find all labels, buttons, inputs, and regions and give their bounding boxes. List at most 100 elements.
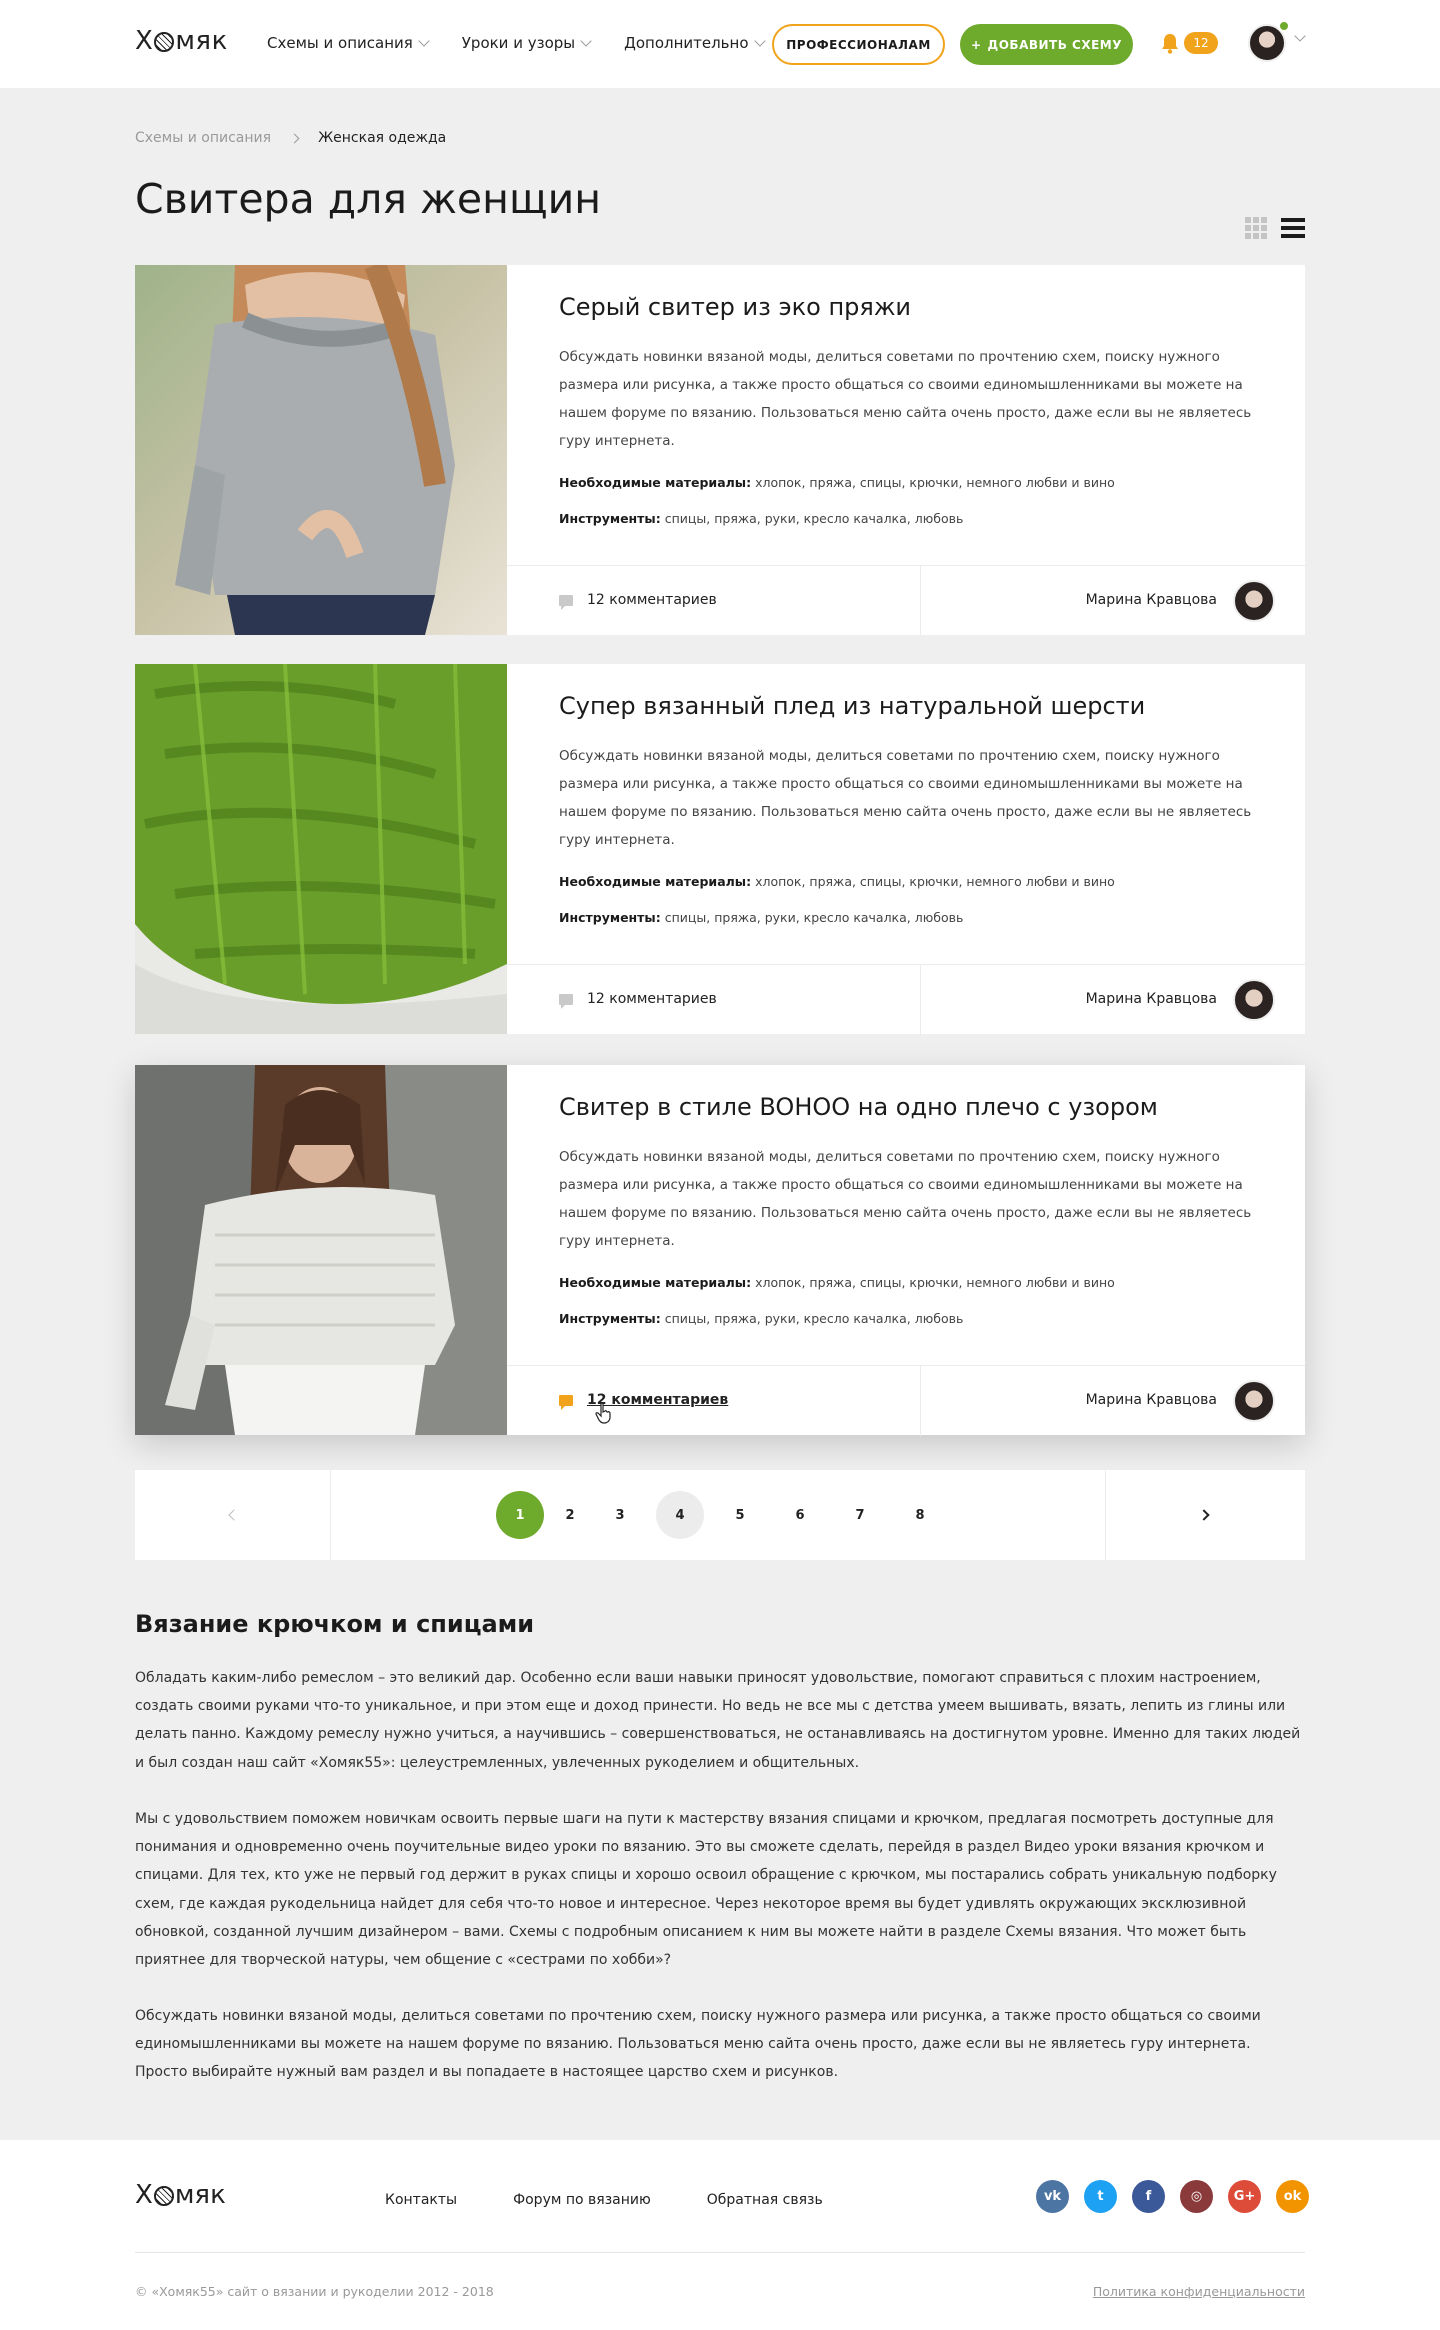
article-paragraph: Обсуждать новинки вязаной моды, делиться… [135,2008,1261,2081]
card-footer: 12 комментариев Марина Кравцова [507,964,1305,1035]
author-avatar[interactable] [1233,1380,1275,1422]
page-button[interactable]: 1 [496,1491,544,1539]
page-button[interactable]: 4 [656,1491,704,1539]
author-avatar[interactable] [1233,979,1275,1021]
instagram-icon[interactable]: ◎ [1180,2180,1213,2213]
breadcrumb-link[interactable]: Схемы и описания [135,130,271,146]
materials-label: Необходимые материалы: [559,475,752,490]
comment-icon [559,1394,573,1410]
nav-item-schemes[interactable]: Схемы и описания [267,34,430,52]
odnoklassniki-icon[interactable]: ok [1276,2180,1309,2213]
chevron-right-icon [1198,1509,1210,1521]
card-description: Обсуждать новинки вязаной моды, делиться… [559,1149,1252,1249]
materials-label: Необходимые материалы: [559,874,752,889]
page-button[interactable]: 6 [776,1491,824,1539]
comments-link[interactable]: 12 комментариев [559,592,717,610]
breadcrumb: Схемы и описания Женская одежда [135,130,446,146]
divider [920,1366,921,1436]
nav-label: Дополнительно [624,34,749,52]
footer-link-forum[interactable]: Форум по вязанию [513,2192,651,2208]
card-image[interactable] [135,664,507,1034]
online-status-dot [1278,20,1290,32]
card-materials: Необходимые материалы: хлопок, пряжа, сп… [559,475,1115,490]
card-tools: Инструменты: спицы, пряжа, руки, кресло … [559,910,963,925]
card-title[interactable]: Серый свитер из эко пряжи [559,293,911,321]
chevron-down-icon [580,34,592,47]
footer-links: Контакты Форум по вязанию Обратная связь [385,2192,823,2208]
yarn-icon [153,2186,174,2206]
tools-value: спицы, пряжа, руки, кресло качалка, любо… [664,1311,964,1326]
materials-value: хлопок, пряжа, спицы, крючки, немного лю… [755,1275,1115,1290]
privacy-link[interactable]: Политика конфиденциальности [1093,2284,1305,2299]
page-button[interactable]: 3 [596,1491,644,1539]
copyright: © «Хомяк55» сайт о вязании и рукоделии 2… [135,2284,494,2299]
add-scheme-button[interactable]: + ДОБАВИТЬ СХЕМУ [960,24,1133,65]
nav-item-lessons[interactable]: Уроки и узоры [461,34,592,52]
grid-view-icon[interactable] [1245,217,1267,239]
card-footer: 12 комментариев Марина Кравцова [507,565,1305,636]
materials-label: Необходимые материалы: [559,1275,752,1290]
nav-item-more[interactable]: Дополнительно [624,34,766,52]
bell-icon[interactable] [1160,32,1180,54]
comments-link[interactable]: 12 комментариев [559,991,717,1009]
card-materials: Необходимые материалы: хлопок, пряжа, сп… [559,874,1115,889]
site-footer: Хмяк Контакты Форум по вязанию Обратная … [0,2140,1440,2330]
page-button[interactable]: 5 [716,1491,764,1539]
tools-value: спицы, пряжа, руки, кресло качалка, любо… [664,511,964,526]
card-footer: 12 комментариев Марина Кравцова [507,1365,1305,1436]
article-paragraph: Обладать каким-либо ремеслом – это велик… [135,1670,1301,1771]
author-name[interactable]: Марина Кравцова [1086,592,1217,608]
scheme-card[interactable]: Серый свитер из эко пряжи Обсуждать нови… [135,265,1305,636]
card-description: Обсуждать новинки вязаной моды, делиться… [559,748,1252,848]
comments-link[interactable]: 12 комментариев [559,1392,728,1410]
divider [135,2252,1305,2253]
nav-label: Уроки и узоры [461,34,576,52]
footer-logo[interactable]: Хмяк [135,2180,226,2210]
article-paragraph: Мы с удовольствием поможем новичкам осво… [135,1811,1277,1969]
page-button[interactable]: 8 [896,1491,944,1539]
plus-icon: + [970,37,982,52]
card-title[interactable]: Супер вязанный плед из натуральной шерст… [559,692,1145,720]
page-button[interactable]: 7 [836,1491,884,1539]
scheme-card[interactable]: Свитер в стиле BOHOO на одно плечо с узо… [135,1065,1305,1436]
card-materials: Необходимые материалы: хлопок, пряжа, сп… [559,1275,1115,1290]
chevron-down-icon[interactable] [1294,30,1306,42]
professionals-button[interactable]: ПРОФЕССИОНАЛАМ [772,24,945,65]
materials-value: хлопок, пряжа, спицы, крючки, немного лю… [755,874,1115,889]
googleplus-icon[interactable]: G+ [1228,2180,1261,2213]
card-title[interactable]: Свитер в стиле BOHOO на одно плечо с узо… [559,1093,1158,1121]
page-button[interactable]: 2 [546,1491,594,1539]
comments-count: 12 комментариев [587,991,717,1007]
next-page-button[interactable] [1105,1470,1305,1560]
yarn-icon [154,32,175,52]
social-links: vk t f ◎ G+ ok [1036,2180,1309,2213]
comment-icon [559,993,573,1009]
card-description: Обсуждать новинки вязаной моды, делиться… [559,349,1252,449]
scheme-card[interactable]: Супер вязанный плед из натуральной шерст… [135,664,1305,1035]
notification-count-badge[interactable]: 12 [1184,32,1218,54]
breadcrumb-current: Женская одежда [318,130,447,146]
footer-link-feedback[interactable]: Обратная связь [707,2192,823,2208]
card-tools: Инструменты: спицы, пряжа, руки, кресло … [559,1311,963,1326]
divider [920,965,921,1035]
pagination: 1 2 3 4 5 6 7 8 [135,1470,1305,1560]
main-nav: Схемы и описания Уроки и узоры Дополните… [267,34,798,52]
card-tools: Инструменты: спицы, пряжа, руки, кресло … [559,511,963,526]
tools-label: Инструменты: [559,910,661,925]
list-view-icon[interactable] [1281,218,1305,238]
card-image[interactable] [135,1065,507,1435]
page-title: Свитера для женщин [135,175,602,223]
author-avatar[interactable] [1233,580,1275,622]
footer-link-contacts[interactable]: Контакты [385,2192,457,2208]
author-name[interactable]: Марина Кравцова [1086,1392,1217,1408]
prev-page-button[interactable] [135,1470,331,1560]
vk-icon[interactable]: vk [1036,2180,1069,2213]
article-title: Вязание крючком и спицами [135,1610,535,1638]
tools-label: Инструменты: [559,511,661,526]
twitter-icon[interactable]: t [1084,2180,1117,2213]
author-name[interactable]: Марина Кравцова [1086,991,1217,1007]
site-header: Хмяк Схемы и описания Уроки и узоры Допо… [0,0,1440,88]
card-image[interactable] [135,265,507,635]
facebook-icon[interactable]: f [1132,2180,1165,2213]
logo[interactable]: Хмяк [135,26,228,56]
